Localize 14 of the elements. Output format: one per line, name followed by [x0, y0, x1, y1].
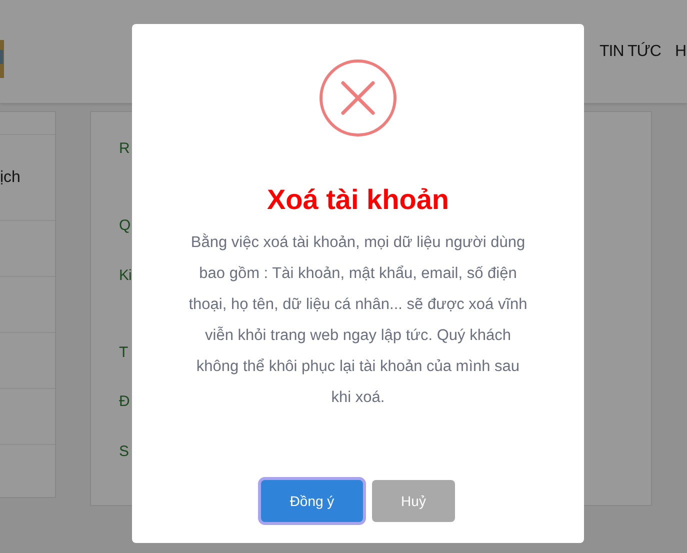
nav-link[interactable]: H [674, 42, 686, 60]
menu-link[interactable]: Đ [119, 393, 130, 410]
close-circle-icon [319, 59, 397, 137]
menu-link[interactable]: T [119, 344, 128, 361]
menu-link[interactable]: S [119, 443, 129, 460]
confirm-button[interactable]: Đồng ý [261, 480, 363, 522]
sidebar-item[interactable]: ịch [0, 168, 20, 186]
menu-link[interactable]: R [119, 140, 130, 157]
nav-link[interactable]: TIN TỨC [600, 42, 661, 60]
dialog-message: Bằng việc xoá tài khoản, mọi dữ liệu người dùng bao gồm : Tài khoản, mật khẩu, email, số điện thoại, họ tên, dữ liệu cá nhân... sẽ được xoá vĩnh viễn khỏi trang web ngay lập tức. Quý khách không thể khôi phục lại tài khoản của mình sau khi xoá. [188, 232, 528, 408]
menu-link[interactable]: Q [119, 217, 130, 234]
cancel-button[interactable]: Huỷ [372, 480, 455, 522]
menu-link[interactable]: Ki [119, 267, 132, 284]
dialog-title: Xoá tài khoản [266, 183, 450, 217]
